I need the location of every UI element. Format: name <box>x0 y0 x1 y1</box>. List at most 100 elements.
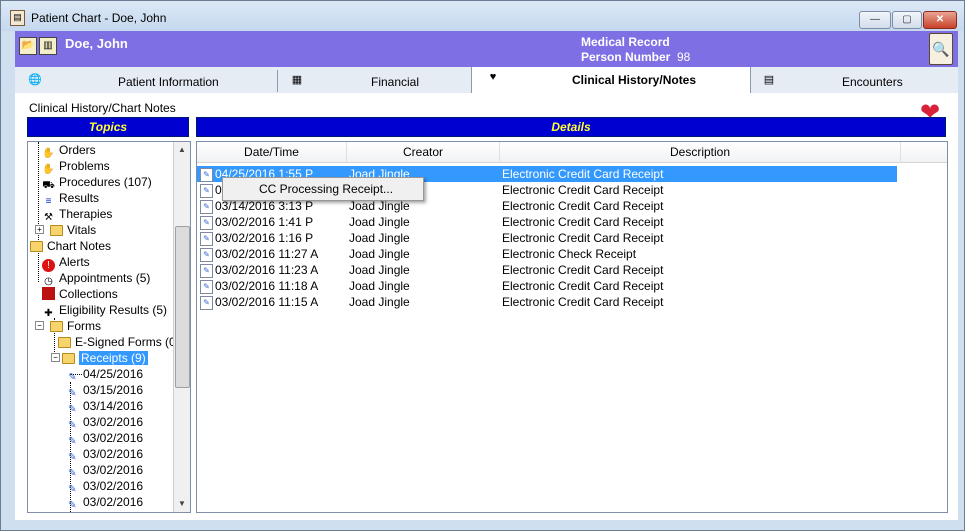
grid-header: Date/Time Creator Description <box>197 142 947 163</box>
window-title: Patient Chart - Doe, John <box>31 11 167 25</box>
tree-item-chart-notes[interactable]: Chart Notes <box>30 238 111 254</box>
receipt-icon: ✎ <box>200 168 213 182</box>
cell-description: Electronic Credit Card Receipt <box>502 167 664 181</box>
cell-datetime: 03/02/2016 11:18 A <box>215 279 319 293</box>
cell-datetime: 03/02/2016 11:23 A <box>215 263 319 277</box>
tree-item-label: Results <box>59 191 100 205</box>
cell-datetime: 03/02/2016 11:27 A <box>215 247 319 261</box>
tree-item-procedures[interactable]: ⛟ Procedures (107) <box>42 174 152 191</box>
table-row[interactable]: ✎ 03/02/2016 11:23 A Joad Jingle Electro… <box>197 262 897 278</box>
tree-item-receipt[interactable]: ✎ 03/02/2016 <box>66 414 144 431</box>
tree-item-appointments[interactable]: ◷ Appointments (5) <box>42 270 151 287</box>
cell-creator: Joad Jingle <box>349 295 410 309</box>
tab-clinical-history[interactable]: ♥ Clinical History/Notes <box>471 67 751 93</box>
table-icon: ▤ <box>763 74 775 86</box>
tab-label: Patient Information <box>118 75 219 89</box>
receipt-icon: ✎ <box>200 264 213 278</box>
expand-vitals-toggle[interactable]: + <box>35 225 44 234</box>
tab-patient-information[interactable]: 🌐 Patient Information <box>15 70 278 92</box>
tree-item-orders[interactable]: ✋ Orders <box>42 142 95 159</box>
cell-datetime: 03/02/2016 11:15 A <box>215 295 319 309</box>
chart-icon: ♥ <box>489 71 497 83</box>
receipt-icon: ✎ <box>200 216 213 230</box>
tree-item-eligibility[interactable]: ✚ Eligibility Results (5) <box>42 302 168 319</box>
tree-item-label: 04/25/2016 <box>83 367 144 381</box>
tree-item-receipt[interactable]: ✎ 03/14/2016 <box>66 398 144 415</box>
tree-item-forms[interactable]: Forms <box>50 318 101 334</box>
open-folder-icon[interactable]: 📂 <box>19 37 37 55</box>
cell-description: Electronic Credit Card Receipt <box>502 279 664 293</box>
table-row[interactable]: ✎ 03/02/2016 1:41 P Joad Jingle Electron… <box>197 214 897 230</box>
tree-item-label: Vitals <box>67 223 97 237</box>
tree-item-therapies[interactable]: ⚒ Therapies <box>42 206 112 223</box>
calculator-icon: ▦ <box>291 74 303 86</box>
scroll-down-arrow-icon[interactable]: ▼ <box>176 498 188 510</box>
tree-scrollbar[interactable]: ▲ ▼ <box>173 142 190 512</box>
tab-label: Clinical History/Notes <box>572 73 697 87</box>
table-row[interactable]: ✎ 03/02/2016 11:15 A Joad Jingle Electro… <box>197 294 897 310</box>
tree-item-receipt[interactable]: ✎ 03/02/2016 <box>66 494 143 511</box>
column-header-datetime[interactable]: Date/Time <box>197 142 347 162</box>
receipt-icon: ✎ <box>200 184 213 198</box>
cell-description: Electronic Credit Card Receipt <box>502 231 664 245</box>
tree-item-receipts[interactable]: Receipts (9) <box>62 350 148 366</box>
medical-record-label: Medical Record <box>581 35 670 49</box>
cell-creator: Joad Jingle <box>349 263 410 277</box>
minimize-button[interactable]: — <box>859 11 891 29</box>
tree-item-label: Chart Notes <box>47 239 112 253</box>
receipt-icon: ✎ <box>200 200 213 214</box>
tree-item-label: Eligibility Results (5) <box>59 303 168 317</box>
column-header-description[interactable]: Description <box>500 142 901 162</box>
tree-item-label: 03/14/2016 <box>83 399 144 413</box>
collections-icon <box>42 287 55 300</box>
column-header-creator[interactable]: Creator <box>347 142 500 162</box>
cell-description: Electronic Credit Card Receipt <box>502 215 664 229</box>
tree-item-receipt[interactable]: ✎ 03/02/2016 <box>66 446 143 463</box>
document-icon[interactable]: ▥ <box>39 37 57 55</box>
tab-bar: 🌐 Patient Information ▦ Financial ♥ Clin… <box>15 67 958 94</box>
topics-tree[interactable]: ✋ Orders ✋ Problems ⛟ Procedures (107) ≡ Res… <box>27 141 191 513</box>
title-bar[interactable]: ▤ Patient Chart - Doe, John — ▢ ✕ <box>1 1 964 31</box>
tree-item-receipt[interactable]: ✎ 04/25/2016 <box>66 366 144 383</box>
tree-item-receipt[interactable]: ✎ 03/02/2016 <box>66 462 143 479</box>
scroll-thumb[interactable] <box>175 226 190 388</box>
tree-item-label: Forms <box>67 319 101 333</box>
scroll-up-arrow-icon[interactable]: ▲ <box>176 144 188 156</box>
tree-item-results[interactable]: ≡ Results <box>42 190 100 207</box>
table-row[interactable]: ✎ 03/02/2016 11:18 A Joad Jingle Electro… <box>197 278 897 294</box>
tree-item-receipt[interactable]: ✎ 03/15/2016 <box>66 382 143 399</box>
close-button[interactable]: ✕ <box>923 11 957 29</box>
clipboard-search-icon[interactable]: 🔍 <box>929 33 953 65</box>
receipt-icon: ✎ <box>200 296 213 310</box>
tree-item-e-signed-forms[interactable]: E-Signed Forms (0) <box>58 334 180 350</box>
cell-creator: Joad Jingle <box>349 231 410 245</box>
maximize-button[interactable]: ▢ <box>892 11 922 29</box>
tab-label: Financial <box>371 75 420 89</box>
cc-processing-receipt-menu-item[interactable]: CC Processing Receipt... <box>259 182 393 196</box>
tree-item-collections[interactable]: Collections <box>42 286 118 302</box>
collapse-receipts-toggle[interactable]: − <box>51 353 60 362</box>
tree-item-receipt[interactable]: ✎ 03/02/2016 <box>66 478 143 495</box>
tab-label: Encounters <box>842 75 903 89</box>
tree-item-receipt[interactable]: ✎ 03/02/2016 <box>66 430 143 447</box>
tree-item-alerts[interactable]: ! Alerts <box>42 254 90 272</box>
section-label: Clinical History/Chart Notes <box>29 101 176 115</box>
receipt-icon: ✎ <box>200 248 213 262</box>
folder-icon <box>58 337 71 348</box>
table-row[interactable]: ✎ 03/02/2016 1:16 P Joad Jingle Electron… <box>197 230 897 246</box>
cell-description: Electronic Check Receipt <box>502 247 637 261</box>
tab-encounters[interactable]: ▤ Encounters <box>749 70 958 92</box>
clinical-content: Clinical History/Chart Notes ❤ Topics De… <box>15 93 958 520</box>
tree-item-vitals[interactable]: Vitals <box>50 222 96 238</box>
globe-icon: 🌐 <box>28 74 42 86</box>
person-number-label: Person Number <box>581 50 671 64</box>
tree-item-label: Procedures (107) <box>59 175 152 189</box>
tree-item-label: Appointments (5) <box>59 271 151 285</box>
patient-chart-window: ▤ Patient Chart - Doe, John — ▢ ✕ 📂 ▥ Do… <box>0 0 965 531</box>
tab-financial[interactable]: ▦ Financial <box>277 70 486 92</box>
cell-description: Electronic Credit Card Receipt <box>502 295 664 309</box>
tree-item-problems[interactable]: ✋ Problems <box>42 158 109 175</box>
collapse-forms-toggle[interactable]: − <box>35 321 44 330</box>
tree-item-label: 03/02/2016 <box>83 415 144 429</box>
table-row[interactable]: ✎ 03/02/2016 11:27 A Joad Jingle Electro… <box>197 246 897 262</box>
